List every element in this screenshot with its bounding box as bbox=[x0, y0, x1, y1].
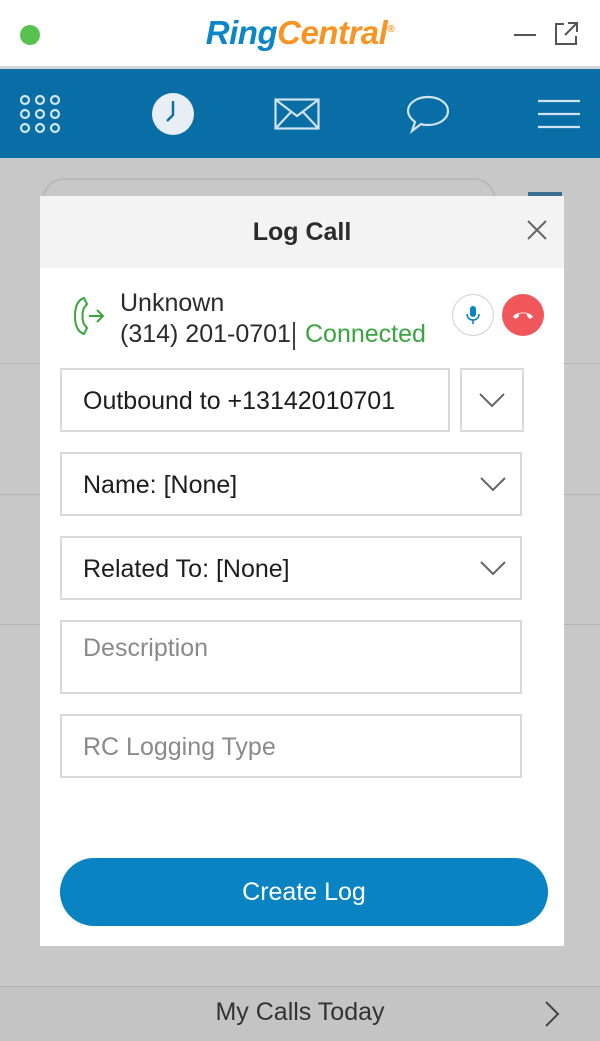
call-status: Connected bbox=[305, 320, 426, 348]
outbound-call-icon bbox=[73, 296, 105, 336]
create-log-button[interactable]: Create Log bbox=[60, 858, 548, 926]
nav-menu[interactable] bbox=[514, 69, 600, 158]
popout-icon[interactable] bbox=[552, 20, 580, 48]
separator bbox=[293, 322, 295, 350]
chat-bubble-icon bbox=[406, 95, 450, 134]
hangup-icon bbox=[513, 312, 533, 319]
description-textarea[interactable]: Description bbox=[60, 620, 522, 694]
chevron-down-icon bbox=[480, 477, 506, 492]
caller-name: Unknown bbox=[120, 289, 225, 317]
nav-chat[interactable] bbox=[383, 69, 473, 158]
hangup-button[interactable] bbox=[502, 294, 544, 336]
name-select[interactable]: Name: [None] bbox=[60, 452, 522, 516]
microphone-icon bbox=[466, 306, 480, 324]
envelope-icon bbox=[274, 97, 320, 130]
my-calls-today-label[interactable]: My Calls Today bbox=[0, 998, 600, 1027]
direction-value: Outbound to +13142010701 bbox=[83, 387, 396, 415]
logo-reg: ® bbox=[387, 24, 395, 35]
minimize-icon[interactable] bbox=[514, 34, 536, 36]
nav-history[interactable] bbox=[128, 69, 218, 158]
caller-number: (314) 201-0701 bbox=[120, 320, 291, 348]
nav-dialpad[interactable] bbox=[0, 69, 85, 158]
related-to-value: Related To: [None] bbox=[83, 555, 290, 583]
dialpad-icon bbox=[19, 94, 61, 133]
menu-icon bbox=[538, 99, 580, 128]
title-bar: RingCentral® bbox=[0, 0, 600, 69]
logging-type-placeholder: RC Logging Type bbox=[83, 733, 276, 761]
log-call-modal: Log Call Unknown (314) 201-0701 Connecte… bbox=[40, 196, 564, 946]
clock-icon bbox=[152, 92, 194, 135]
description-placeholder: Description bbox=[83, 634, 209, 662]
direction-dropdown-button[interactable] bbox=[460, 368, 524, 432]
modal-title: Log Call bbox=[252, 218, 352, 246]
chevron-right-icon[interactable] bbox=[540, 1000, 564, 1028]
direction-field[interactable]: Outbound to +13142010701 bbox=[60, 368, 450, 432]
name-value: Name: [None] bbox=[83, 471, 238, 499]
logo-central: Central bbox=[277, 14, 388, 51]
ringcentral-logo: RingCentral® bbox=[0, 14, 600, 52]
nav-bar bbox=[0, 69, 600, 158]
logo-ring: Ring bbox=[205, 14, 278, 51]
close-icon[interactable] bbox=[526, 219, 548, 241]
related-to-select[interactable]: Related To: [None] bbox=[60, 536, 522, 600]
chevron-down-icon bbox=[480, 561, 506, 576]
logging-type-input[interactable]: RC Logging Type bbox=[60, 714, 522, 778]
chevron-down-icon bbox=[479, 393, 505, 408]
nav-messages[interactable] bbox=[252, 69, 342, 158]
modal-header: Log Call bbox=[40, 196, 564, 268]
mute-button[interactable] bbox=[452, 294, 494, 336]
